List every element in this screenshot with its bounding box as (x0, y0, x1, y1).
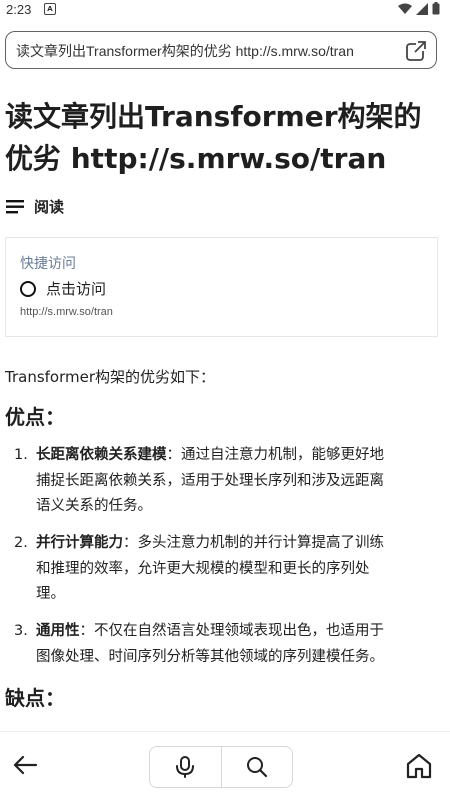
voice-search-pill (149, 746, 293, 788)
list-item: 2. 并行计算能力：多头注意力机制的并行计算提高了训练 和推理的效率，允许更大规模… (14, 531, 384, 608)
list-term: 并行计算能力 (36, 535, 123, 551)
search-icon[interactable] (246, 756, 268, 778)
list-number: 3. (14, 623, 28, 639)
quick-access-card: 快捷访问 点击访问 http://s.mrw.so/tran (5, 237, 438, 337)
list-item: 3. 通用性：不仅在自然语言处理领域表现出色，也适用于 图像处理、时间序列分析等其… (14, 619, 384, 670)
arrow-left-icon[interactable] (12, 752, 38, 778)
list-item: 1. 长距离依赖关系建模：通过自注意力机制，能够更好地 捕捉长距离依赖关系，适用于… (14, 443, 384, 520)
title-line-2: 优劣 http://s.mrw.so/tran (5, 142, 387, 175)
read-mode-button[interactable]: 阅读 (6, 196, 64, 217)
list-term: 通用性 (36, 623, 80, 639)
status-bar: 2:23 A (0, 0, 450, 20)
wifi-icon (398, 3, 412, 14)
battery-icon (432, 2, 440, 15)
radio-circle-icon[interactable] (20, 280, 36, 297)
list-text: 图像处理、时间序列分析等其他领域的序列建模任务。 (36, 648, 384, 665)
list-number: 1. (14, 447, 28, 463)
home-icon[interactable] (405, 752, 433, 780)
quick-access-title: 快捷访问 (20, 256, 76, 272)
address-text[interactable]: 读文章列出Transformer构架的优劣 http://s.mrw.so/tr… (16, 41, 354, 61)
list-text: 语义关系的任务。 (36, 498, 152, 514)
page-title: 读文章列出Transformer构架的 优劣 http://s.mrw.so/t… (5, 96, 445, 180)
notification-icon: A (44, 3, 56, 15)
quick-access-option-label: 点击访问 (46, 280, 107, 298)
list-text: 理。 (36, 586, 65, 602)
list-term: 长距离依赖关系建模 (36, 447, 167, 463)
disadvantages-heading: 缺点： (5, 686, 65, 710)
list-text: ：不仅在自然语言处理领域表现出色，也适用于 (79, 623, 385, 639)
status-icons (398, 2, 440, 15)
bottom-nav-bar (0, 731, 450, 801)
list-text: ：通过自注意力机制，能够更好地 (166, 447, 385, 463)
open-external-icon[interactable] (405, 40, 427, 62)
quick-access-url[interactable]: http://s.mrw.so/tran (20, 306, 113, 318)
read-label: 阅读 (34, 198, 65, 216)
list-number: 2. (14, 535, 28, 551)
signal-icon (416, 2, 428, 15)
list-text: 和推理的效率，允许更大规模的模型和更长的序列处 (36, 560, 370, 577)
title-line-1: 读文章列出Transformer构架的 (5, 100, 422, 133)
intro-text: Transformer构架的优劣如下： (5, 368, 216, 386)
menu-lines-icon (6, 199, 24, 213)
quick-access-option[interactable]: 点击访问 (20, 278, 106, 299)
list-text: ：多头注意力机制的并行计算提高了训练 (123, 535, 384, 551)
list-text: 捕捉长距离依赖关系，适用于处理长序列和涉及远距离 (36, 472, 384, 489)
advantages-heading: 优点： (5, 405, 65, 429)
address-bar[interactable]: 读文章列出Transformer构架的优劣 http://s.mrw.so/tr… (5, 31, 437, 69)
microphone-icon[interactable] (175, 756, 195, 778)
search-button[interactable] (220, 747, 293, 787)
voice-button[interactable] (150, 747, 221, 787)
status-time: 2:23 (6, 2, 32, 17)
